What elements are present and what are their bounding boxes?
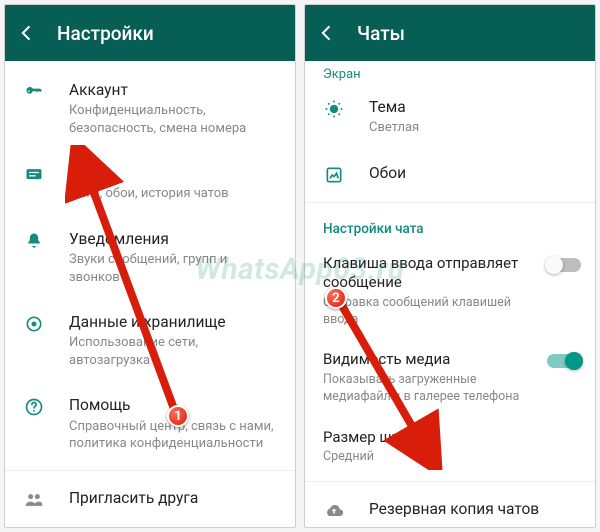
row-sub: Отправка сообщений клавишей ввода	[323, 295, 537, 329]
chats-settings-screen: Чаты Экран Тема Светлая Обои Настройки ч…	[304, 4, 596, 528]
sidebar-item-invite[interactable]: Пригласить друга	[5, 475, 295, 523]
sidebar-item-account[interactable]: Аккаунт Конфиденциальность, безопасность…	[5, 67, 295, 150]
row-sub: Показывать загруженные медиафайлы в гале…	[323, 372, 537, 406]
appbar-chats: Чаты	[305, 5, 595, 61]
appbar-settings: Настройки	[5, 5, 295, 61]
row-label: Аккаунт	[69, 80, 279, 100]
section-chat-settings: Настройки чата	[305, 207, 595, 243]
row-theme[interactable]: Тема Светлая	[305, 84, 595, 150]
bell-icon	[23, 229, 45, 251]
back-icon[interactable]	[317, 23, 337, 43]
toggle-media-visibility[interactable]	[547, 354, 581, 368]
row-backup[interactable]: Резервная копия чатов	[305, 486, 595, 527]
row-label: Видимость медиа	[323, 350, 537, 370]
row-sub: Светлая	[369, 119, 579, 137]
row-label: Помощь	[69, 395, 279, 415]
settings-list: Аккаунт Конфиденциальность, безопасность…	[5, 61, 295, 527]
row-label: Размер шрифта	[323, 428, 581, 448]
footer: from FACEBOOK	[5, 523, 295, 527]
row-label: Обои	[369, 163, 579, 183]
wallpaper-icon	[323, 163, 345, 185]
divider	[5, 470, 295, 471]
help-icon	[23, 395, 45, 417]
row-sub: Средний	[323, 449, 581, 466]
row-sub: Тема, обои, история чатов	[69, 185, 279, 203]
row-sub: Использование сети, автозагрузка	[69, 334, 279, 369]
row-sub: Справочный центр, связь с нами, политика…	[69, 418, 279, 453]
sidebar-item-storage[interactable]: Данные и хранилище Использование сети, а…	[5, 299, 295, 382]
divider	[305, 202, 595, 203]
sidebar-item-chats[interactable]: Чаты Тема, обои, история чатов	[5, 150, 295, 216]
brightness-icon	[323, 97, 345, 119]
cloud-upload-icon	[323, 499, 345, 521]
back-icon[interactable]	[17, 23, 37, 43]
chats-settings-list: Экран Тема Светлая Обои Настройки чата К…	[305, 61, 595, 527]
row-label: Тема	[369, 97, 579, 117]
row-label: Уведомления	[69, 229, 279, 249]
toggle-enter-sends[interactable]	[547, 258, 581, 272]
section-display-partial: Экран	[305, 67, 595, 84]
row-label: Чаты	[69, 163, 279, 183]
row-label: Данные и хранилище	[69, 312, 279, 332]
people-icon	[23, 488, 45, 510]
data-icon	[23, 312, 45, 334]
divider	[305, 481, 595, 482]
row-label: Пригласить друга	[69, 488, 279, 508]
appbar-title: Настройки	[57, 22, 154, 45]
sidebar-item-help[interactable]: Помощь Справочный центр, связь с нами, п…	[5, 382, 295, 465]
row-font-size[interactable]: Размер шрифта Средний	[305, 417, 595, 477]
row-sub: Конфиденциальность, безопасность, смена …	[69, 102, 279, 137]
chat-icon	[23, 163, 45, 185]
row-enter-sends[interactable]: Клавиша ввода отправляет сообщение Отпра…	[305, 243, 595, 340]
row-wallpaper[interactable]: Обои	[305, 150, 595, 198]
sidebar-item-notifications[interactable]: Уведомления Звуки сообщений, групп и зво…	[5, 216, 295, 299]
row-media-visibility[interactable]: Видимость медиа Показывать загруженные м…	[305, 339, 595, 416]
row-label: Резервная копия чатов	[369, 499, 579, 519]
key-icon	[23, 80, 45, 102]
settings-screen: Настройки Аккаунт Конфиденциальность, бе…	[4, 4, 296, 528]
appbar-title: Чаты	[357, 22, 405, 45]
row-label: Клавиша ввода отправляет сообщение	[323, 254, 537, 293]
row-sub: Звуки сообщений, групп и звонков	[69, 251, 279, 286]
